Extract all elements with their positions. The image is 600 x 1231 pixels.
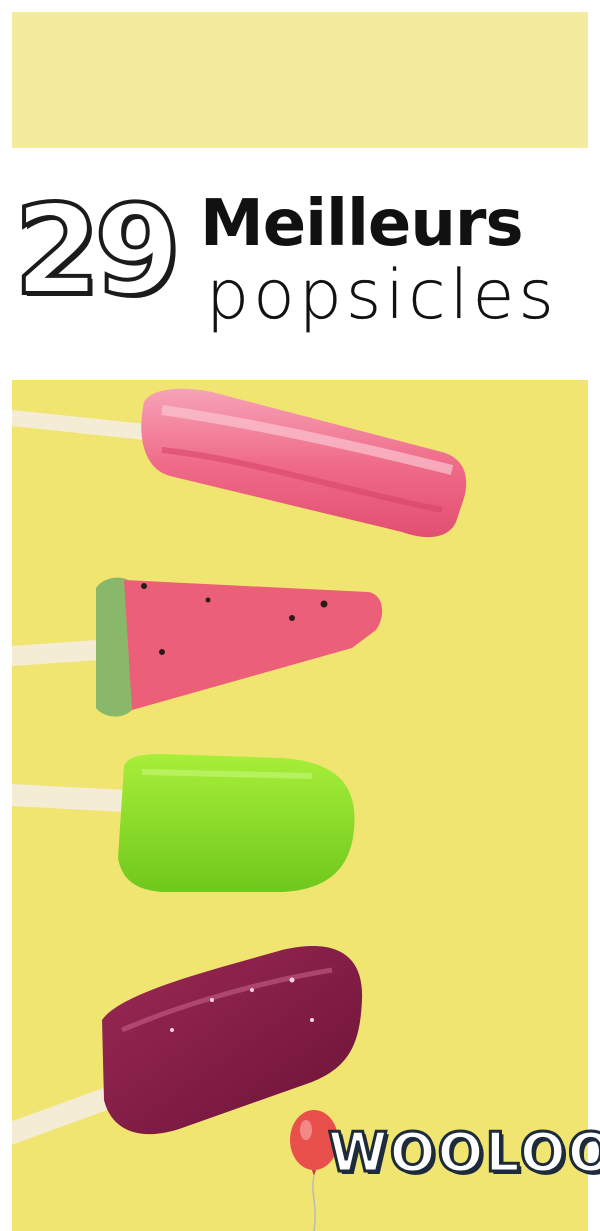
brand-logo-text: WOOLOO xyxy=(327,1120,600,1186)
brand-logo: WOOLOO xyxy=(286,1100,600,1231)
title-block: 29 Meilleurs popsicles xyxy=(0,150,600,380)
twist-popsicle xyxy=(12,388,467,538)
title-subheading: popsicles xyxy=(206,256,558,335)
watermelon-popsicle-flesh xyxy=(124,580,383,710)
twist-popsicle-stick xyxy=(12,409,152,440)
title-heading: Meilleurs xyxy=(200,187,524,261)
lime-popsicle-stick xyxy=(12,783,133,812)
title-number: 29 xyxy=(12,179,183,323)
pin-graphic: 29 Meilleurs popsicles WOOLOO xyxy=(0,0,600,1231)
watermelon-popsicle xyxy=(12,577,383,717)
watermelon-popsicle-stick xyxy=(12,640,103,667)
top-color-band xyxy=(12,12,588,148)
lime-popsicle xyxy=(12,754,355,892)
